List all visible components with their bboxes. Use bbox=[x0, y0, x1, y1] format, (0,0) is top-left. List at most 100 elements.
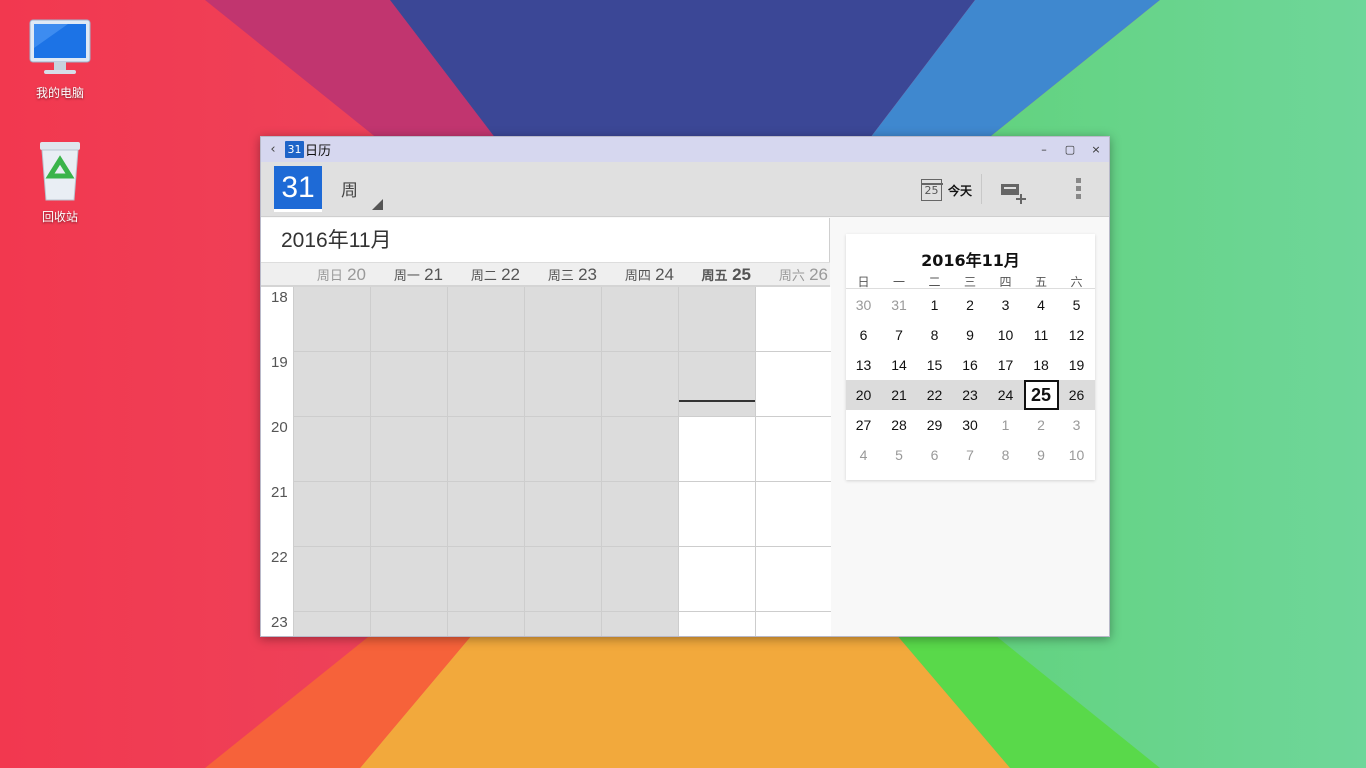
mini-day[interactable]: 5 bbox=[1059, 290, 1094, 320]
mini-day[interactable]: 13 bbox=[917, 470, 952, 480]
mini-day[interactable]: 4 bbox=[1024, 290, 1059, 320]
mini-day[interactable]: 23 bbox=[953, 380, 988, 410]
time-slot[interactable] bbox=[755, 547, 832, 612]
day-header[interactable]: 周四 24 bbox=[601, 263, 678, 289]
time-slot[interactable] bbox=[755, 352, 832, 417]
today-button[interactable]: 25 今天 bbox=[920, 176, 972, 204]
time-slot[interactable] bbox=[370, 417, 447, 482]
time-slot[interactable] bbox=[370, 287, 447, 352]
time-slot[interactable] bbox=[370, 547, 447, 612]
mini-day[interactable]: 16 bbox=[1024, 470, 1059, 480]
view-selector[interactable]: 周 bbox=[341, 176, 383, 210]
mini-day[interactable]: 12 bbox=[882, 470, 917, 480]
mini-day[interactable]: 27 bbox=[846, 410, 881, 440]
time-slot[interactable] bbox=[447, 547, 524, 612]
time-slot[interactable] bbox=[678, 547, 755, 612]
time-slot[interactable] bbox=[678, 612, 755, 636]
time-slot[interactable] bbox=[370, 482, 447, 547]
mini-day[interactable]: 30 bbox=[953, 410, 988, 440]
time-slot[interactable] bbox=[755, 482, 832, 547]
mini-day[interactable]: 1 bbox=[917, 290, 952, 320]
mini-day[interactable]: 16 bbox=[953, 350, 988, 380]
day-header[interactable]: 周日 20 bbox=[293, 263, 370, 289]
time-slot[interactable] bbox=[293, 287, 370, 352]
mini-day[interactable]: 9 bbox=[1024, 440, 1059, 470]
mini-day[interactable]: 2 bbox=[953, 290, 988, 320]
time-slot[interactable] bbox=[524, 482, 601, 547]
time-slot[interactable] bbox=[447, 287, 524, 352]
time-slot[interactable] bbox=[293, 352, 370, 417]
mini-day[interactable]: 8 bbox=[988, 440, 1023, 470]
mini-day[interactable]: 5 bbox=[882, 440, 917, 470]
day-header[interactable]: 周六 26 bbox=[755, 263, 832, 289]
mini-day[interactable]: 4 bbox=[846, 440, 881, 470]
time-slot[interactable] bbox=[678, 287, 755, 352]
day-header[interactable]: 周一 21 bbox=[370, 263, 447, 289]
time-slot[interactable] bbox=[293, 417, 370, 482]
new-event-icon[interactable] bbox=[999, 180, 1029, 206]
mini-day[interactable]: 20 bbox=[846, 380, 881, 410]
close-button[interactable]: × bbox=[1083, 137, 1109, 162]
time-slot[interactable] bbox=[524, 287, 601, 352]
mini-day[interactable]: 3 bbox=[1059, 410, 1094, 440]
time-slot[interactable] bbox=[755, 287, 832, 352]
mini-day[interactable]: 26 bbox=[1059, 380, 1094, 410]
mini-day[interactable]: 24 bbox=[988, 380, 1023, 410]
mini-day[interactable]: 1 bbox=[988, 410, 1023, 440]
mini-day[interactable]: 15 bbox=[988, 470, 1023, 480]
desktop-icon-recycle-bin[interactable]: 回收站 bbox=[15, 140, 105, 225]
mini-day[interactable]: 11 bbox=[846, 470, 881, 480]
more-vertical-icon[interactable] bbox=[1067, 178, 1089, 204]
time-slot[interactable] bbox=[601, 287, 678, 352]
time-slot[interactable] bbox=[755, 417, 832, 482]
mini-day[interactable]: 18 bbox=[1024, 350, 1059, 380]
mini-day[interactable]: 13 bbox=[846, 350, 881, 380]
mini-day-selected[interactable]: 25 bbox=[1023, 380, 1059, 410]
mini-day[interactable]: 10 bbox=[1059, 440, 1094, 470]
time-slot[interactable] bbox=[755, 612, 832, 636]
mini-day[interactable]: 14 bbox=[882, 350, 917, 380]
day-header[interactable]: 周三 23 bbox=[524, 263, 601, 289]
mini-day[interactable]: 22 bbox=[917, 380, 952, 410]
mini-day[interactable]: 31 bbox=[882, 290, 917, 320]
day-header[interactable]: 周五 25 bbox=[678, 263, 755, 289]
mini-day[interactable]: 3 bbox=[988, 290, 1023, 320]
maximize-button[interactable]: ▢ bbox=[1057, 137, 1083, 162]
mini-day[interactable]: 17 bbox=[1059, 470, 1094, 480]
mini-day[interactable]: 7 bbox=[953, 440, 988, 470]
back-button[interactable]: ‹ bbox=[261, 137, 285, 162]
time-slot[interactable] bbox=[524, 417, 601, 482]
time-slot[interactable] bbox=[678, 482, 755, 547]
time-slot[interactable] bbox=[293, 612, 370, 636]
time-slot[interactable] bbox=[601, 417, 678, 482]
mini-day[interactable]: 10 bbox=[988, 320, 1023, 350]
time-slot[interactable] bbox=[293, 547, 370, 612]
time-slot[interactable] bbox=[524, 352, 601, 417]
time-slot[interactable] bbox=[447, 417, 524, 482]
mini-day[interactable]: 7 bbox=[882, 320, 917, 350]
mini-day[interactable]: 15 bbox=[917, 350, 952, 380]
mini-day[interactable]: 2 bbox=[1024, 410, 1059, 440]
day-header[interactable]: 周二 22 bbox=[447, 263, 524, 289]
mini-day[interactable]: 9 bbox=[953, 320, 988, 350]
time-slot[interactable] bbox=[370, 352, 447, 417]
mini-day[interactable]: 12 bbox=[1059, 320, 1094, 350]
time-slot[interactable] bbox=[601, 352, 678, 417]
time-slot[interactable] bbox=[601, 547, 678, 612]
desktop-icon-computer[interactable]: 我的电脑 bbox=[15, 18, 105, 101]
mini-day[interactable]: 14 bbox=[953, 470, 988, 480]
time-slot[interactable] bbox=[293, 482, 370, 547]
mini-day[interactable]: 29 bbox=[917, 410, 952, 440]
mini-day[interactable]: 21 bbox=[882, 380, 917, 410]
minimize-button[interactable]: – bbox=[1031, 137, 1057, 162]
time-slot[interactable] bbox=[601, 482, 678, 547]
time-slot[interactable] bbox=[447, 482, 524, 547]
mini-day[interactable]: 17 bbox=[988, 350, 1023, 380]
time-slot[interactable] bbox=[601, 612, 678, 636]
mini-day[interactable]: 19 bbox=[1059, 350, 1094, 380]
mini-day[interactable]: 6 bbox=[846, 320, 881, 350]
mini-day[interactable]: 30 bbox=[846, 290, 881, 320]
time-slot[interactable] bbox=[678, 352, 755, 417]
mini-day[interactable]: 8 bbox=[917, 320, 952, 350]
time-slot[interactable] bbox=[447, 352, 524, 417]
